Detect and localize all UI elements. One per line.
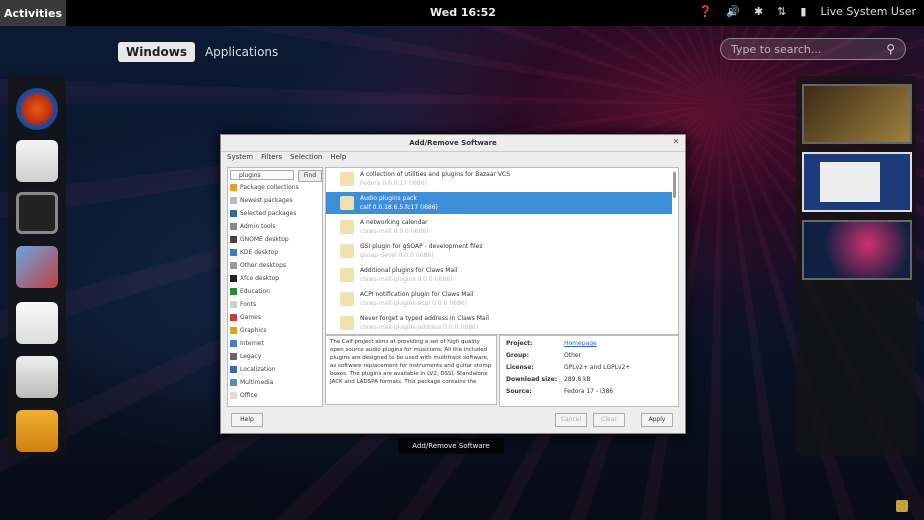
menu-help[interactable]: Help <box>330 153 346 161</box>
group-item[interactable]: Xfce desktop <box>230 275 279 282</box>
workspace-1[interactable] <box>802 84 912 144</box>
apply-button[interactable]: Apply <box>641 413 673 427</box>
dash <box>8 76 66 456</box>
network-icon[interactable]: ⇅ <box>777 5 786 18</box>
view-selector: Windows Applications <box>118 42 278 62</box>
desktop-background: Activities Wed 16:52 ❓ 🔊 ✱ ⇅ ▮ Live Syst… <box>0 0 924 520</box>
package-icon <box>340 172 354 186</box>
package-row[interactable]: A collection of utilities and plugins fo… <box>326 168 672 190</box>
group-item[interactable]: Newest packages <box>230 197 293 204</box>
detail-key: Download size: <box>506 376 558 383</box>
clock[interactable]: Wed 16:52 <box>430 6 496 19</box>
message-tray-icon[interactable] <box>896 500 908 512</box>
package-icon <box>340 244 354 258</box>
workspace-3[interactable] <box>802 220 912 280</box>
list-scrollbar[interactable] <box>673 172 676 198</box>
package-icon <box>340 292 354 306</box>
detail-key: License: <box>506 364 534 371</box>
detail-value: GPLv2+ and LGPLv2+ <box>564 364 631 371</box>
find-button[interactable]: Find <box>298 170 322 182</box>
clear-button[interactable]: Clear <box>593 413 625 427</box>
detail-value: Fedora 17 - i386 <box>564 388 614 395</box>
package-icon <box>340 268 354 282</box>
menu-selection[interactable]: Selection <box>290 153 322 161</box>
help-icon[interactable]: ❓ <box>699 5 713 18</box>
detail-key: Project: <box>506 340 533 347</box>
homepage-link[interactable]: Homepage <box>564 340 597 347</box>
detail-key: Source: <box>506 388 532 395</box>
add-remove-software-window[interactable]: Add/Remove Software ✕ System Filters Sel… <box>220 134 686 434</box>
document-icon[interactable] <box>16 302 58 344</box>
workspace-switcher <box>796 76 916 456</box>
group-item[interactable]: KDE desktop <box>230 249 278 256</box>
activities-button[interactable]: Activities <box>0 0 66 26</box>
search-input[interactable]: Type to search... ⚲ <box>720 38 906 60</box>
camera-app-icon[interactable] <box>16 192 58 234</box>
package-row[interactable]: GSI plugin for gSOAP - development files… <box>326 240 672 262</box>
group-item[interactable]: Multimedia <box>230 379 273 386</box>
menu-system[interactable]: System <box>227 153 253 161</box>
workspace-window-thumb <box>820 162 880 202</box>
package-icon <box>340 316 354 330</box>
workspace-2[interactable] <box>802 152 912 212</box>
group-item[interactable]: Package collections <box>230 184 299 191</box>
group-item[interactable]: Education <box>230 288 270 295</box>
firefox-icon[interactable] <box>16 88 58 130</box>
group-item[interactable]: Admin tools <box>230 223 276 230</box>
top-bar: Activities Wed 16:52 ❓ 🔊 ✱ ⇅ ▮ Live Syst… <box>0 0 924 26</box>
group-item[interactable]: Fonts <box>230 301 256 308</box>
detail-value: 289.8 kB <box>564 376 591 383</box>
group-item[interactable]: Localization <box>230 366 276 373</box>
group-sidebar: plugins Find Package collections Newest … <box>227 167 323 407</box>
photos-icon[interactable] <box>16 246 58 288</box>
package-list: A collection of utilities and plugins fo… <box>325 167 679 335</box>
package-row[interactable]: Additional plugins for Claws Mail claws-m… <box>326 264 672 286</box>
group-item[interactable]: Selected packages <box>230 210 296 217</box>
close-icon[interactable]: ✕ <box>671 137 681 147</box>
detail-key: Group: <box>506 352 529 359</box>
mail-clock-icon[interactable] <box>16 140 58 182</box>
group-item[interactable]: Office <box>230 392 258 399</box>
group-item[interactable]: Other desktops <box>230 262 286 269</box>
system-tray: ❓ 🔊 ✱ ⇅ ▮ Live System User <box>699 5 916 18</box>
menu-filters[interactable]: Filters <box>261 153 282 161</box>
package-row-selected[interactable]: Audio plugins pack calf 0.0.18.6.5.fc17 (… <box>326 192 672 214</box>
package-row[interactable]: ACPI notification plugin for Claws Mail c… <box>326 288 672 310</box>
group-item[interactable]: Internet <box>230 340 264 347</box>
window-caption: Add/Remove Software <box>398 438 504 454</box>
volume-icon[interactable]: 🔊 <box>726 5 740 18</box>
tab-windows[interactable]: Windows <box>118 42 195 62</box>
package-icon <box>340 220 354 234</box>
menu-bar: System Filters Selection Help <box>227 153 346 161</box>
cancel-button[interactable]: Cancel <box>555 413 587 427</box>
battery-icon[interactable]: ▮ <box>800 5 806 18</box>
package-row[interactable]: A networking calendar claws-mail 0.0.0 (i… <box>326 216 672 238</box>
download-installer-icon[interactable] <box>16 356 58 398</box>
detail-value: Other <box>564 352 582 359</box>
bluetooth-icon[interactable]: ✱ <box>754 5 763 18</box>
package-description: The Calf project aims at providing a set… <box>325 335 497 405</box>
group-item[interactable]: Games <box>230 314 261 321</box>
package-details: Project: Homepage Group: Other License: GPL… <box>499 335 679 407</box>
package-search-input[interactable]: plugins <box>230 170 294 180</box>
search-icon: ⚲ <box>886 42 895 56</box>
group-item[interactable]: GNOME desktop <box>230 236 289 243</box>
user-menu[interactable]: Live System User <box>820 5 916 18</box>
files-icon[interactable] <box>16 410 58 452</box>
group-item[interactable]: Graphics <box>230 327 267 334</box>
group-item[interactable]: Legacy <box>230 353 261 360</box>
package-row[interactable]: Never forget a typed address in Claws Ma… <box>326 312 672 334</box>
search-placeholder: Type to search... <box>731 42 822 56</box>
tab-applications[interactable]: Applications <box>205 45 278 59</box>
window-title: Add/Remove Software <box>221 135 685 152</box>
package-icon <box>340 196 354 210</box>
help-button[interactable]: Help <box>231 413 263 427</box>
